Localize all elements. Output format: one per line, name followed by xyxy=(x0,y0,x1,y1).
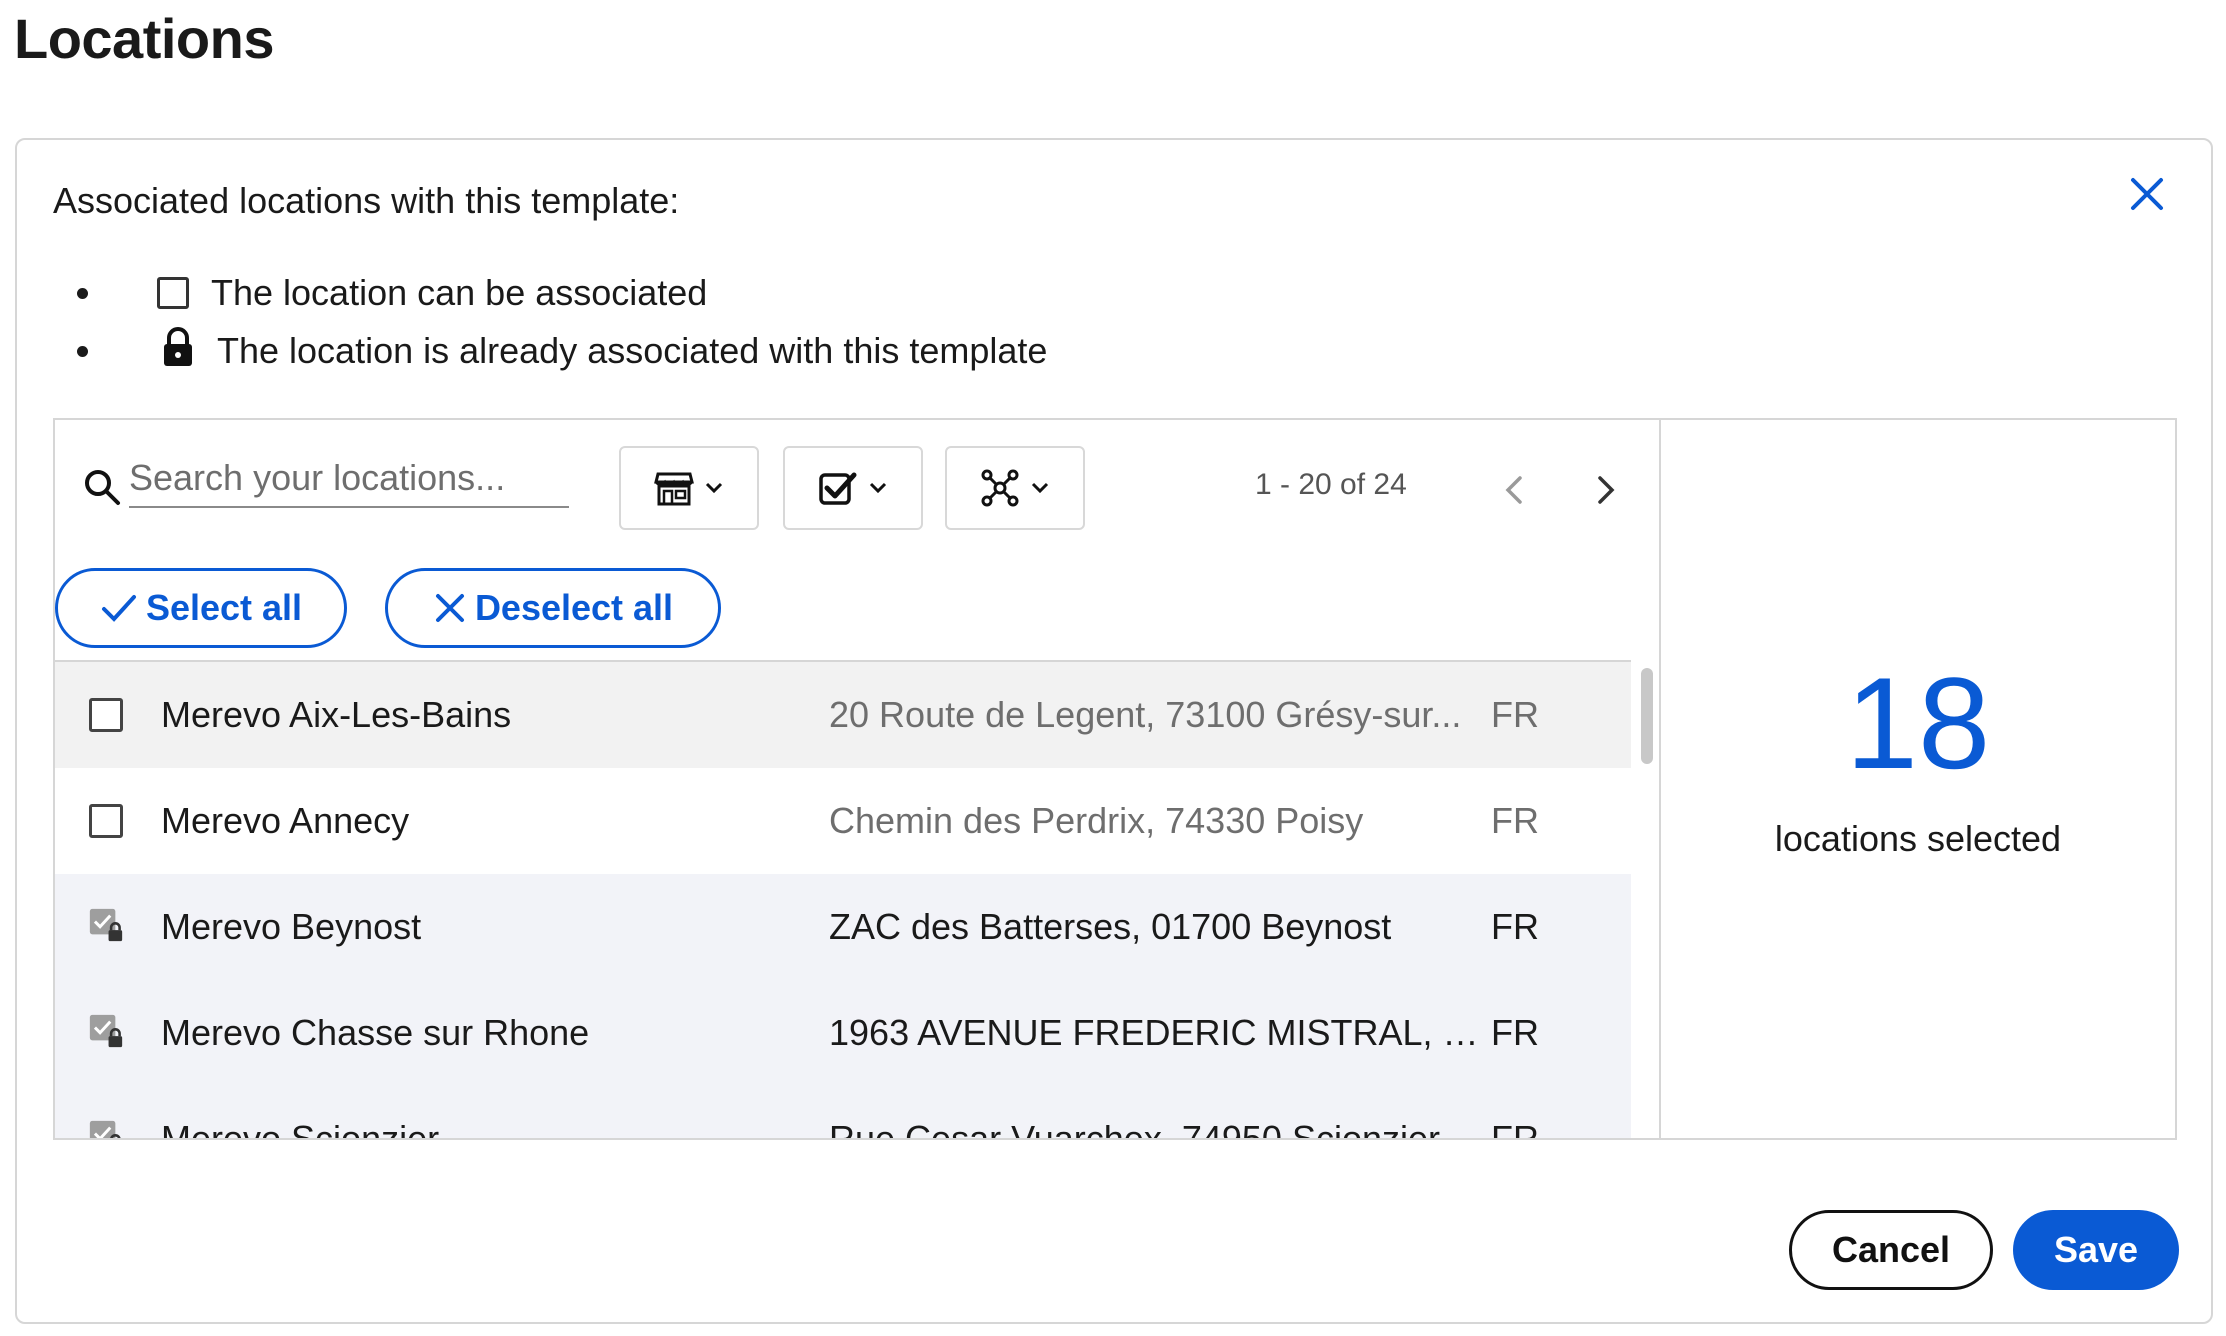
location-row[interactable]: Merevo Aix-Les-Bains 20 Route de Legent,… xyxy=(55,662,1631,768)
location-address: ZAC des Batterses, 01700 Beynost xyxy=(829,906,1392,947)
deselect-all-button[interactable]: Deselect all xyxy=(385,568,721,648)
location-address: Rue Cesar Vuarchex, 74950 Scionzier xyxy=(829,1118,1483,1138)
selected-count-label: locations selected xyxy=(1774,818,2062,859)
location-row: Merevo Chasse sur Rhone 1963 AVENUE FRED… xyxy=(55,980,1631,1086)
chevron-right-icon[interactable] xyxy=(1585,470,1625,510)
network-icon xyxy=(981,469,1019,507)
store-filter-button[interactable] xyxy=(619,446,759,530)
scrollbar-thumb[interactable] xyxy=(1641,668,1653,764)
store-icon xyxy=(654,472,694,506)
location-address: Chemin des Perdrix, 74330 Poisy xyxy=(829,800,1364,841)
check-icon xyxy=(101,595,136,622)
table-scrollbar[interactable] xyxy=(1637,660,1657,1138)
location-name: Merevo Beynost xyxy=(161,906,422,947)
location-row: Merevo Scionzier Rue Cesar Vuarchex, 749… xyxy=(55,1086,1631,1138)
chevron-left-icon[interactable] xyxy=(1495,470,1535,510)
lock-icon xyxy=(161,326,195,377)
dialog-intro: Associated locations with this template: xyxy=(53,180,680,221)
location-list-pane: 1 - 20 of 24 Select all Deselect all Mer… xyxy=(55,420,1661,1138)
select-all-button[interactable]: Select all xyxy=(55,568,347,648)
select-all-label: Select all xyxy=(145,587,303,628)
page-title: Locations xyxy=(14,7,274,70)
locked-checkbox-icon xyxy=(89,1014,123,1048)
location-row[interactable]: Merevo Annecy Chemin des Perdrix, 74330 … xyxy=(55,768,1631,874)
deselect-all-label: Deselect all xyxy=(474,587,674,628)
close-icon[interactable] xyxy=(2125,172,2169,216)
cancel-button[interactable]: Cancel xyxy=(1789,1210,1993,1290)
chevron-down-icon xyxy=(1031,482,1049,494)
location-country: FR xyxy=(1491,1012,1539,1053)
group-filter-button[interactable] xyxy=(945,446,1085,530)
checked-box-icon xyxy=(819,472,857,505)
status-filter-button[interactable] xyxy=(783,446,923,530)
location-name: Merevo Aix-Les-Bains xyxy=(161,694,512,735)
location-name: Merevo Scionzier xyxy=(161,1118,439,1138)
location-country: FR xyxy=(1491,906,1539,947)
chevron-down-icon xyxy=(869,482,887,494)
row-checkbox[interactable] xyxy=(89,698,123,732)
search-input[interactable] xyxy=(129,450,569,508)
legend-item-can-associate: The location can be associated xyxy=(77,264,1047,322)
location-name: Merevo Annecy xyxy=(161,800,410,841)
close-icon xyxy=(435,594,464,622)
location-name: Merevo Chasse sur Rhone xyxy=(161,1012,590,1053)
associate-locations-dialog: Associated locations with this template:… xyxy=(15,138,2213,1324)
chevron-down-icon xyxy=(705,482,723,494)
bullet xyxy=(77,345,88,357)
locked-checkbox-icon xyxy=(89,1120,121,1138)
legend: The location can be associated The locat… xyxy=(77,264,1048,380)
search-icon xyxy=(85,470,120,505)
row-checkbox[interactable] xyxy=(89,804,123,838)
pagination-label: 1 - 20 of 24 xyxy=(1255,468,1407,501)
selected-count: 18 xyxy=(1845,650,1991,796)
legend-item-already-associated: The location is already associated with … xyxy=(77,322,1048,380)
location-address: 1963 AVENUE FREDERIC MISTRAL, 3867... xyxy=(829,1012,1483,1053)
location-country: FR xyxy=(1491,694,1539,735)
location-address: 20 Route de Legent, 73100 Grésy-sur... xyxy=(829,694,1462,735)
legend-label-already-associated: The location is already associated with … xyxy=(217,330,1048,371)
save-button[interactable]: Save xyxy=(2013,1210,2179,1290)
location-picker: 1 - 20 of 24 Select all Deselect all Mer… xyxy=(53,418,2177,1140)
legend-label-can-associate: The location can be associated xyxy=(211,272,708,313)
locked-checkbox-icon xyxy=(89,908,123,942)
location-country: FR xyxy=(1491,1118,1539,1138)
location-table: Merevo Aix-Les-Bains 20 Route de Legent,… xyxy=(55,660,1631,1138)
selection-summary: 18 locations selected xyxy=(1661,420,2175,1138)
location-country: FR xyxy=(1491,800,1539,841)
location-row: Merevo Beynost ZAC des Batterses, 01700 … xyxy=(55,874,1631,980)
bullet xyxy=(77,287,88,299)
empty-checkbox-icon xyxy=(157,277,189,309)
